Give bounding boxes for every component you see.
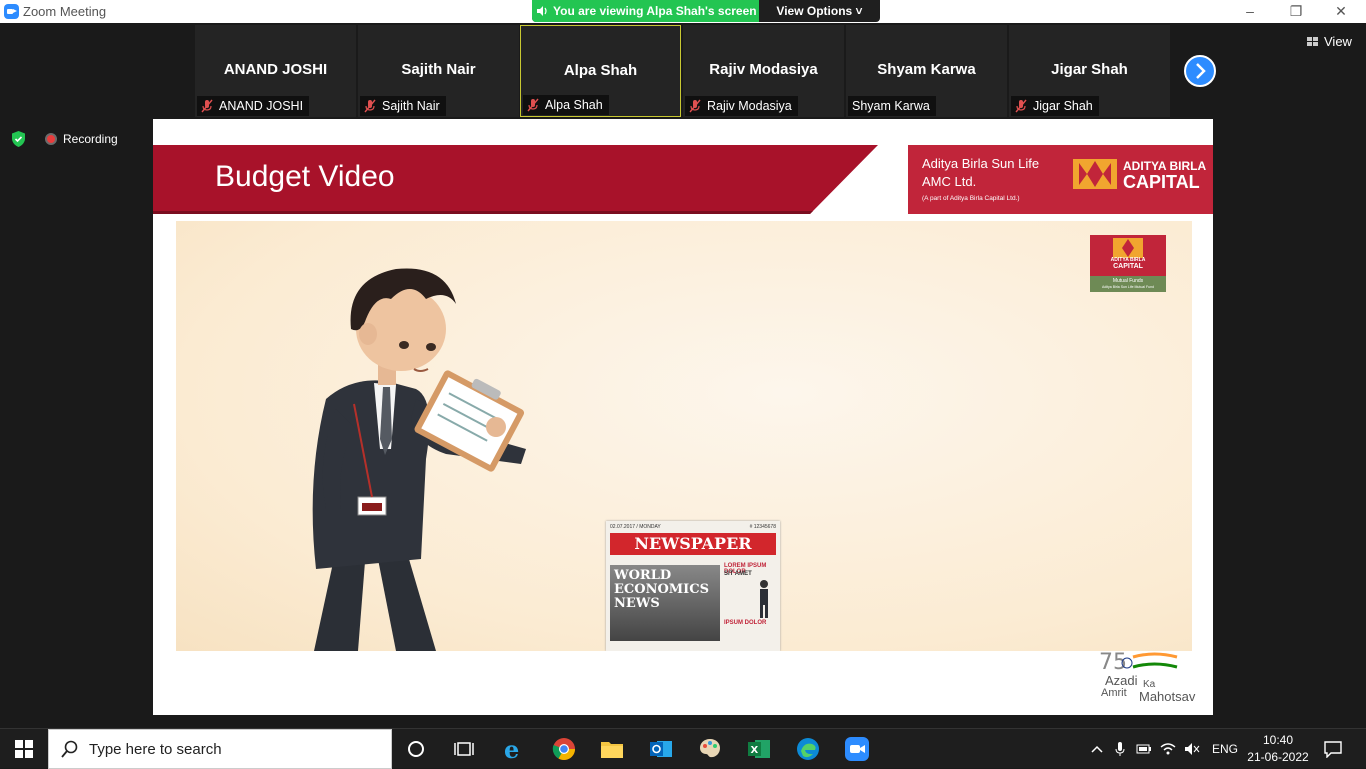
newspaper-illustration: 02.07.2017 / MONDAY # 12345678 NEWSPAPER…: [606, 521, 780, 651]
video-frame: ADITYA BIRLA CAPITAL Mutual Funds Aditya…: [176, 221, 1192, 651]
svg-text:75: 75: [1099, 650, 1127, 675]
participant-tile[interactable]: Shyam Karwa Shyam Karwa: [846, 25, 1007, 117]
sunburst-logo-icon: [1073, 159, 1117, 189]
chrome-app[interactable]: [540, 729, 588, 769]
company-logo: Aditya Birla Sun Life AMC Ltd. (A part o…: [908, 145, 1213, 214]
businessman-illustration: [312, 268, 526, 651]
close-button[interactable]: ✕: [1318, 0, 1364, 23]
restore-button[interactable]: ❐: [1273, 0, 1319, 23]
paint-app[interactable]: [686, 729, 734, 769]
participant-label: Shyam Karwa: [848, 96, 936, 116]
participant-tile-active[interactable]: Alpa Shah Alpa Shah: [520, 25, 681, 117]
viewing-text: You are viewing Alpa Shah's screen: [553, 4, 757, 18]
clock[interactable]: 10:40 21-06-2022: [1247, 732, 1309, 766]
newspaper-headline: WORLD ECONOMICS NEWS: [614, 568, 709, 611]
system-tray: ENG: [1090, 729, 1238, 769]
volume-muted-icon[interactable]: [1184, 742, 1200, 756]
mic-muted-icon: [527, 98, 539, 112]
cortana-button[interactable]: [392, 729, 440, 769]
internet-explorer-icon: e: [504, 736, 519, 762]
search-placeholder: Type here to search: [89, 740, 222, 758]
search-icon: [61, 740, 78, 758]
svg-text:X: X: [751, 745, 759, 756]
notification-icon: [1324, 741, 1342, 758]
participant-tile[interactable]: Sajith Nair Sajith Nair: [358, 25, 519, 117]
wifi-icon[interactable]: [1160, 742, 1176, 756]
participant-tile[interactable]: Jigar Shah Jigar Shah: [1009, 25, 1170, 117]
minimize-button[interactable]: –: [1227, 0, 1273, 23]
battery-icon[interactable]: [1136, 743, 1152, 755]
participant-label: Rajiv Modasiya: [685, 96, 798, 116]
view-options-button[interactable]: View Options ˅: [759, 0, 880, 22]
chevron-right-icon: [1196, 63, 1206, 79]
cortana-icon: [408, 741, 424, 757]
sunburst-logo-icon: [1113, 238, 1143, 258]
paint-palette-icon: [700, 739, 720, 758]
clock-date: 21-06-2022: [1247, 750, 1309, 764]
edge-app[interactable]: [784, 729, 832, 769]
chevron-up-icon[interactable]: [1090, 744, 1104, 754]
security-shield-icon[interactable]: [10, 130, 27, 148]
recording-icon[interactable]: [45, 133, 57, 145]
view-button[interactable]: View: [1307, 34, 1352, 49]
participant-label: ANAND JOSHI: [197, 96, 310, 116]
screen-share-banner: You are viewing Alpa Shah's screen View …: [532, 0, 880, 22]
participant-label: Alpa Shah: [523, 95, 609, 115]
outlook-icon: [650, 741, 672, 757]
task-view-icon: [454, 742, 474, 756]
participant-tile[interactable]: ANAND JOSHI ANAND JOSHI: [195, 25, 356, 117]
meeting-status: Recording: [10, 130, 118, 148]
windows-taskbar: Type here to search e X ENG 10:40 21-06-…: [0, 728, 1366, 769]
aditya-birla-capital-logo: ADITYA BIRLA CAPITAL: [1073, 159, 1206, 195]
mutual-fund-logo: ADITYA BIRLA CAPITAL Mutual Funds Aditya…: [1090, 235, 1166, 292]
edge-icon: [797, 738, 819, 760]
next-page-button[interactable]: [1184, 55, 1216, 87]
azadi-ka-amrit-mahotsav-logo: 75 Azadi Ka Amrit Mahotsav: [1099, 647, 1199, 707]
speaker-icon: [537, 6, 547, 16]
clock-time: 10:40: [1262, 733, 1294, 747]
participant-tile[interactable]: Rajiv Modasiya Rajiv Modasiya: [683, 25, 844, 117]
shared-screen: Budget Video Aditya Birla Sun Life AMC L…: [153, 119, 1213, 715]
window-title: Zoom Meeting: [23, 4, 107, 19]
zoom-app[interactable]: [833, 729, 881, 769]
newspaper-masthead: NEWSPAPER: [610, 533, 776, 555]
grid-view-icon: [1307, 36, 1318, 46]
chrome-icon: [552, 738, 575, 760]
participant-label: Jigar Shah: [1011, 96, 1099, 116]
participant-name: Alpa Shah: [563, 62, 638, 79]
zoom-icon: [845, 737, 869, 761]
title-bar: Zoom Meeting You are viewing Alpa Shah's…: [0, 0, 1366, 23]
participant-name: Jigar Shah: [1051, 61, 1128, 78]
zoom-app-icon: [4, 4, 19, 19]
small-man-icon: [760, 580, 768, 618]
recording-label: Recording: [63, 132, 118, 146]
notifications-button[interactable]: [1310, 729, 1356, 769]
folder-icon: [601, 742, 623, 758]
participant-name: ANAND JOSHI: [223, 61, 328, 78]
mic-muted-icon: [689, 99, 701, 113]
edge-legacy-app[interactable]: e: [490, 729, 538, 769]
participant-label: Sajith Nair: [360, 96, 446, 116]
microphone-icon[interactable]: [1114, 741, 1126, 757]
start-button[interactable]: [0, 729, 48, 769]
participant-name: Shyam Karwa: [877, 61, 976, 78]
svg-text:e: e: [504, 736, 519, 762]
task-view-button[interactable]: [440, 729, 488, 769]
language-indicator[interactable]: ENG: [1212, 742, 1238, 756]
participant-name: Rajiv Modasiya: [709, 61, 818, 78]
excel-app[interactable]: X: [735, 729, 783, 769]
mic-muted-icon: [364, 99, 376, 113]
viewing-indicator: You are viewing Alpa Shah's screen: [532, 0, 759, 22]
outlook-app[interactable]: [637, 729, 685, 769]
taskbar-search[interactable]: Type here to search: [48, 729, 392, 769]
mic-muted-icon: [1015, 99, 1027, 113]
file-explorer-app[interactable]: [588, 729, 636, 769]
slide-title: Budget Video: [215, 160, 395, 193]
participant-name: Sajith Nair: [401, 61, 476, 78]
excel-icon: X: [748, 740, 770, 758]
windows-logo-icon: [15, 740, 33, 758]
mic-muted-icon: [201, 99, 213, 113]
